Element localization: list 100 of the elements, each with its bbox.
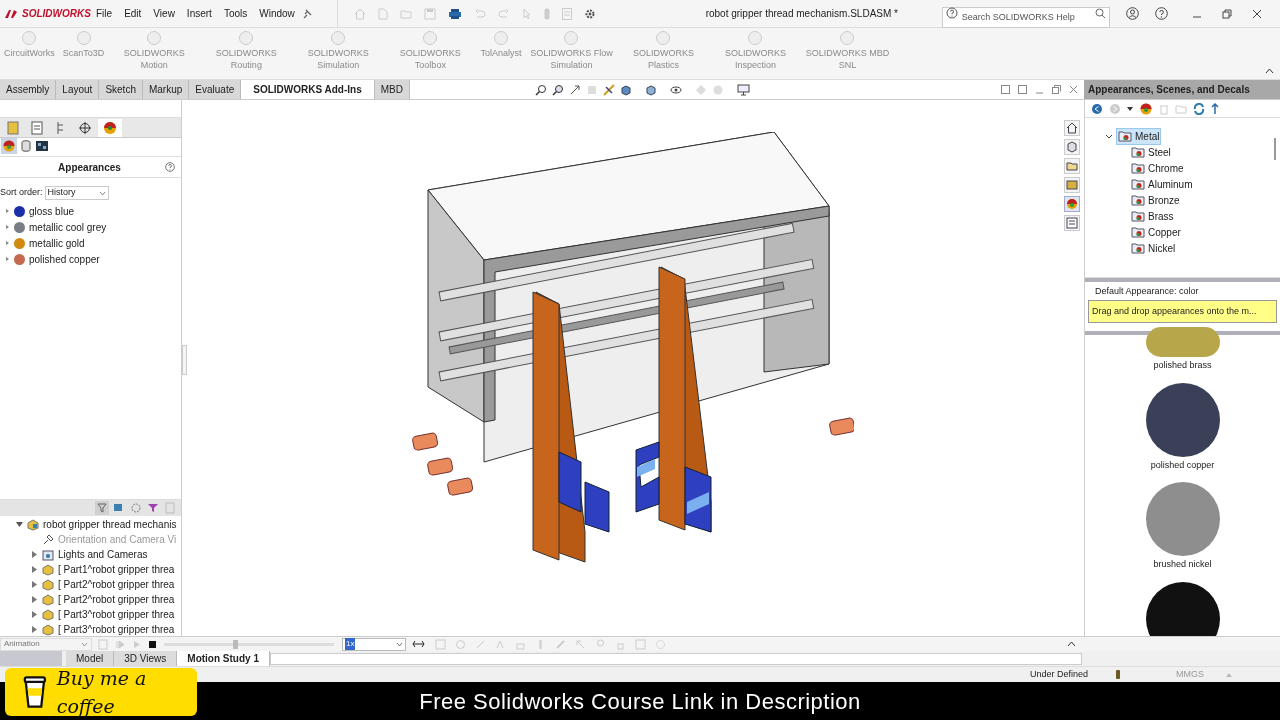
decal-icon[interactable] [35, 140, 49, 152]
menu-item[interactable]: File [96, 6, 113, 21]
stop-icon[interactable] [149, 640, 156, 648]
tree-item[interactable]: [ Part1^robot gripper threa [58, 562, 175, 577]
collapse-chevron-icon[interactable] [1105, 133, 1113, 139]
up-arrow-icon[interactable] [1211, 102, 1219, 115]
restore-icon[interactable] [1052, 85, 1061, 94]
previous-view-icon[interactable] [569, 83, 581, 96]
view-orientation-icon[interactable] [620, 83, 632, 96]
refresh-icon[interactable] [1193, 102, 1205, 115]
tree-item[interactable]: Lights and Cameras [58, 547, 148, 562]
pin-icon[interactable] [302, 8, 313, 19]
hide-show-icon[interactable] [670, 83, 682, 96]
command-tab[interactable]: Assembly [0, 80, 57, 99]
appearance-item[interactable]: metallic cool grey [29, 219, 107, 235]
command-tab[interactable]: Markup [142, 80, 190, 99]
panel-title: Appearances [57, 160, 122, 175]
menu-item[interactable]: View [153, 6, 175, 21]
folder-item[interactable]: Copper [1105, 224, 1272, 240]
expand-arrow-icon[interactable] [32, 626, 38, 633]
command-tab[interactable]: Layout [56, 80, 100, 99]
study-tab[interactable]: Model [66, 651, 115, 666]
tree-item[interactable]: [ Part2^robot gripper threa [58, 577, 175, 592]
monitor-icon[interactable] [737, 83, 750, 96]
folder-item[interactable]: Chrome [1105, 160, 1272, 176]
folder-item[interactable]: Bronze [1105, 192, 1272, 208]
appearances-tab-icon[interactable] [1064, 196, 1080, 212]
appearance-ball-icon[interactable] [1139, 101, 1153, 116]
menu-item[interactable]: Window [259, 6, 295, 21]
panel-resize-handle[interactable] [182, 345, 187, 375]
appearance-item[interactable]: metallic gold [29, 235, 85, 251]
command-tab[interactable]: Sketch [99, 80, 143, 99]
menu-item[interactable]: Tools [223, 6, 248, 21]
dropdown-arrow-icon[interactable] [1127, 106, 1133, 111]
appearance-item[interactable]: polished copper [29, 251, 100, 267]
study-tab[interactable]: 3D Views [114, 651, 178, 666]
tree-item[interactable]: [ Part2^robot gripper threa [58, 592, 175, 607]
material-swatch[interactable] [1145, 581, 1220, 636]
menu-item[interactable]: Insert [186, 6, 212, 21]
expand-arrow-icon[interactable] [32, 551, 38, 558]
folder-item[interactable]: Aluminum [1105, 176, 1272, 192]
tree-item[interactable]: [ Part3^robot gripper threa [58, 607, 175, 622]
menu-item[interactable]: Edit [124, 6, 142, 21]
command-tab[interactable]: MBD [374, 80, 410, 99]
cube-icon[interactable] [1064, 139, 1080, 155]
expand-arrow-icon[interactable] [32, 611, 38, 618]
print-icon[interactable] [447, 7, 462, 20]
user-icon[interactable] [1125, 7, 1139, 20]
custom-properties-icon[interactable] [1064, 215, 1080, 231]
help-icon[interactable] [1154, 7, 1168, 20]
material-swatch[interactable] [1145, 327, 1220, 357]
expand-arrow-icon[interactable] [4, 224, 10, 230]
playback-speed-dropdown[interactable]: 1x [342, 637, 406, 651]
folder-item[interactable]: Metal [1116, 127, 1162, 145]
tile-left-icon[interactable] [1001, 85, 1010, 94]
view-palette-icon[interactable] [1064, 177, 1080, 193]
tree-item[interactable]: robot gripper thread mechanis [43, 517, 177, 532]
restore-icon[interactable] [1221, 8, 1232, 19]
zoom-area-icon[interactable] [552, 83, 564, 96]
folder-icon[interactable] [1064, 158, 1080, 174]
expand-arrow-icon[interactable] [32, 566, 38, 573]
folder-item[interactable]: Brass [1105, 208, 1272, 224]
folder-item[interactable]: Nickel [1105, 240, 1272, 256]
collapse-ribbon-icon[interactable] [1265, 68, 1274, 74]
tree-item[interactable]: [ Part3^robot gripper threa [58, 622, 175, 636]
cylinder-icon[interactable] [21, 140, 31, 152]
expand-arrow-icon[interactable] [32, 596, 38, 603]
settings-icon[interactable] [583, 7, 596, 20]
playback-slider-thumb[interactable] [233, 639, 239, 649]
search-icon[interactable] [1094, 8, 1106, 19]
expand-arrow-icon[interactable] [4, 256, 10, 262]
appearances-view-icon[interactable] [1, 138, 17, 154]
tile-right-icon[interactable] [1018, 85, 1027, 94]
close-icon[interactable] [1251, 8, 1262, 19]
expand-arrow-icon[interactable] [4, 240, 10, 246]
display-style-icon[interactable] [645, 83, 657, 96]
help-icon[interactable] [165, 162, 175, 172]
sort-order-dropdown[interactable]: History [44, 186, 109, 200]
folder-item[interactable]: Steel [1105, 144, 1272, 160]
command-tab[interactable]: Evaluate [189, 80, 242, 99]
expand-arrow-icon[interactable] [4, 208, 10, 214]
play-from-start-icon[interactable] [116, 639, 125, 649]
funnel-icon[interactable] [146, 501, 160, 515]
back-icon[interactable] [1091, 102, 1103, 115]
collapse-icon[interactable] [1067, 641, 1076, 647]
zoom-to-fit-icon[interactable] [535, 83, 547, 96]
gear-filter-icon[interactable] [129, 501, 143, 515]
study-type-dropdown[interactable]: Animation [0, 637, 92, 651]
collapse-arrow-icon[interactable] [16, 522, 23, 527]
display-manager-icon[interactable] [98, 118, 122, 137]
expand-arrow-icon[interactable] [32, 581, 38, 588]
buy-me-a-coffee-button[interactable]: Buy me a coffee [5, 668, 197, 716]
appearance-item[interactable]: gloss blue [29, 203, 75, 219]
rebuild-indicator-icon[interactable] [1116, 670, 1121, 679]
dynamic-annotation-icon[interactable] [603, 83, 615, 96]
home-icon[interactable] [1064, 120, 1080, 136]
study-tab[interactable]: Motion Study 1 [177, 651, 270, 666]
double-arrow-icon[interactable] [412, 640, 425, 648]
search-field[interactable]: Search SOLIDWORKS Help [941, 6, 1110, 28]
filter-icon[interactable] [95, 501, 109, 515]
